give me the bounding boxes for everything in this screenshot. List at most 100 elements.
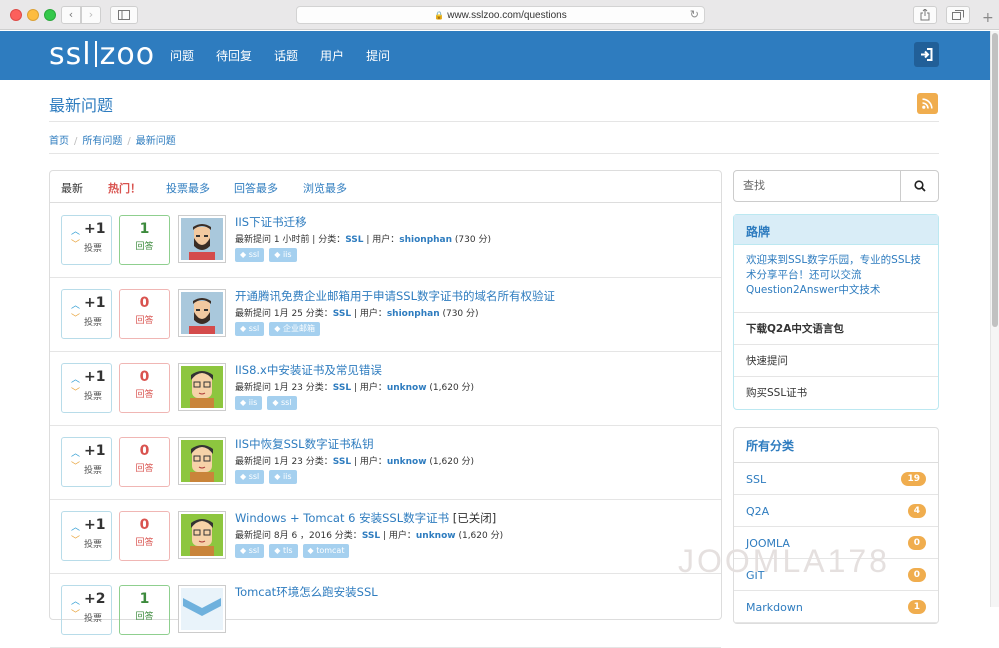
question-title[interactable]: Windows + Tomcat 6 安装SSL数字证书 [已关闭] [235, 510, 496, 526]
rss-icon[interactable] [917, 93, 938, 114]
category-link[interactable]: SSL [333, 383, 351, 393]
vote-up-icon[interactable]: ︿ [71, 372, 80, 385]
avatar[interactable] [178, 511, 226, 559]
breadcrumb-home[interactable]: 首页 [49, 136, 69, 147]
user-link[interactable]: shionphan [387, 309, 440, 319]
question-list-panel: 最新 热门！ 投票最多 回答最多 浏览最多 ︿ ﹀ +1 投票 1 回答 IIS… [49, 170, 722, 648]
user-link[interactable]: shionphan [399, 235, 452, 245]
category-item[interactable]: GIT 0 [734, 559, 938, 591]
share-icon[interactable] [913, 6, 937, 24]
answer-count-box: 0 回答 [119, 289, 170, 339]
avatar[interactable] [178, 289, 226, 337]
answer-count: 1 [139, 591, 150, 607]
new-tab-icon[interactable]: + [982, 10, 994, 26]
category-count-badge: 0 [907, 568, 926, 582]
question-meta: 最新提问 1月 23 分类：SSL | 用户：unknow (1,620 分) [235, 383, 475, 393]
breadcrumb-all-questions[interactable]: 所有问题 [82, 136, 122, 147]
tag-badge[interactable]: ◆ ssl [235, 470, 265, 484]
zoom-window-button[interactable] [44, 9, 56, 21]
vote-down-icon[interactable]: ﹀ [71, 237, 80, 250]
category-name[interactable]: GIT [746, 569, 765, 582]
avatar[interactable] [178, 585, 226, 633]
tag-list: ◆ iis ◆ ssl [235, 396, 302, 410]
category-link[interactable]: SSL [333, 457, 351, 467]
user-link[interactable]: unknow [416, 531, 456, 541]
breadcrumb-recent[interactable]: 最新问题 [136, 136, 176, 147]
forward-button[interactable]: › [81, 6, 101, 24]
category-name[interactable]: JOOMLA [746, 537, 790, 550]
category-item[interactable]: Markdown 1 [734, 591, 938, 623]
category-name[interactable]: Markdown [746, 601, 803, 614]
site-logo[interactable]: ssl zoo [49, 37, 155, 72]
buy-ssl-link[interactable]: 购买SSL证书 [734, 377, 938, 409]
download-language-pack-link[interactable]: 下载Q2A中文语言包 [734, 313, 938, 345]
vote-up-icon[interactable]: ︿ [71, 298, 80, 311]
avatar[interactable] [178, 437, 226, 485]
tab-most-views[interactable]: 浏览最多 [303, 180, 347, 196]
vote-count: +1 [84, 443, 106, 459]
avatar[interactable] [178, 363, 226, 411]
question-title[interactable]: IIS中恢复SSL数字证书私钥 [235, 436, 374, 452]
user-link[interactable]: unknow [387, 383, 427, 393]
vote-down-icon[interactable]: ﹀ [71, 385, 80, 398]
tag-badge[interactable]: ◆ iis [235, 396, 263, 410]
tag-badge[interactable]: ◆ tls [269, 544, 298, 558]
back-button[interactable]: ‹ [61, 6, 81, 24]
tag-list: ◆ ssl ◆ tls ◆ tomcat [235, 544, 354, 558]
nav-users[interactable]: 用户 [320, 47, 344, 64]
category-link[interactable]: SSL [333, 309, 351, 319]
tabs-overview-icon[interactable] [946, 6, 970, 24]
category-item[interactable]: Q2A 4 [734, 495, 938, 527]
nav-ask[interactable]: 提问 [366, 47, 390, 64]
vote-up-icon[interactable]: ︿ [71, 446, 80, 459]
tag-badge[interactable]: ◆ ssl [235, 322, 265, 336]
vote-up-icon[interactable]: ︿ [71, 520, 80, 533]
tab-recent[interactable]: 最新 [61, 180, 83, 196]
reload-icon[interactable]: ↻ [690, 7, 699, 24]
close-window-button[interactable] [10, 9, 22, 21]
sidebar-toggle-icon[interactable] [110, 6, 138, 24]
question-row: ︿ ﹀ +2 投票 1 回答 Tomcat环境怎么跑安装SSL [50, 574, 721, 648]
tab-hot[interactable]: 热门！ [108, 180, 141, 196]
question-title[interactable]: 开通腾讯免费企业邮箱用于申请SSL数字证书的域名所有权验证 [235, 288, 555, 304]
user-link[interactable]: unknow [387, 457, 427, 467]
address-bar[interactable]: 🔒 www.sslzoo.com/questions ↻ [296, 6, 705, 24]
tab-most-votes[interactable]: 投票最多 [166, 180, 210, 196]
tag-badge[interactable]: ◆ ssl [235, 248, 265, 262]
tag-badge[interactable]: ◆ iis [269, 470, 297, 484]
category-link[interactable]: SSL [362, 531, 380, 541]
tag-badge[interactable]: ◆ iis [269, 248, 297, 262]
avatar[interactable] [178, 215, 226, 263]
minimize-window-button[interactable] [27, 9, 39, 21]
vertical-scrollbar[interactable] [990, 31, 999, 607]
question-title[interactable]: Tomcat环境怎么跑安装SSL [235, 584, 378, 600]
tag-badge[interactable]: ◆ ssl [267, 396, 297, 410]
category-item[interactable]: JOOMLA 0 [734, 527, 938, 559]
quick-ask-link[interactable]: 快速提问 [734, 345, 938, 377]
nav-tags[interactable]: 话题 [274, 47, 298, 64]
tag-badge[interactable]: ◆ 企业邮箱 [269, 322, 320, 336]
nav-questions[interactable]: 问题 [170, 47, 194, 64]
question-title[interactable]: IIS下证书迁移 [235, 214, 307, 230]
vote-down-icon[interactable]: ﹀ [71, 533, 80, 546]
scrollbar-thumb[interactable] [992, 33, 998, 327]
category-name[interactable]: SSL [746, 473, 766, 486]
nav-unanswered[interactable]: 待回复 [216, 47, 252, 64]
vote-down-icon[interactable]: ﹀ [71, 459, 80, 472]
vote-up-icon[interactable]: ︿ [71, 224, 80, 237]
search-icon[interactable] [900, 171, 938, 201]
vote-down-icon[interactable]: ﹀ [71, 607, 80, 620]
vote-down-icon[interactable]: ﹀ [71, 311, 80, 324]
question-title[interactable]: IIS8.x中安装证书及常见错误 [235, 362, 382, 378]
tab-most-answers[interactable]: 回答最多 [234, 180, 278, 196]
tag-badge[interactable]: ◆ tomcat [302, 544, 350, 558]
tag-badge[interactable]: ◆ ssl [235, 544, 265, 558]
url-text: www.sslzoo.com/questions [447, 10, 567, 21]
category-name[interactable]: Q2A [746, 505, 769, 518]
answer-count-box: 1 回答 [119, 585, 170, 635]
vote-up-icon[interactable]: ︿ [71, 594, 80, 607]
category-item[interactable]: SSL 19 [734, 463, 938, 495]
category-link[interactable]: SSL [345, 235, 363, 245]
search-input[interactable] [743, 179, 903, 192]
login-icon[interactable] [914, 42, 939, 67]
